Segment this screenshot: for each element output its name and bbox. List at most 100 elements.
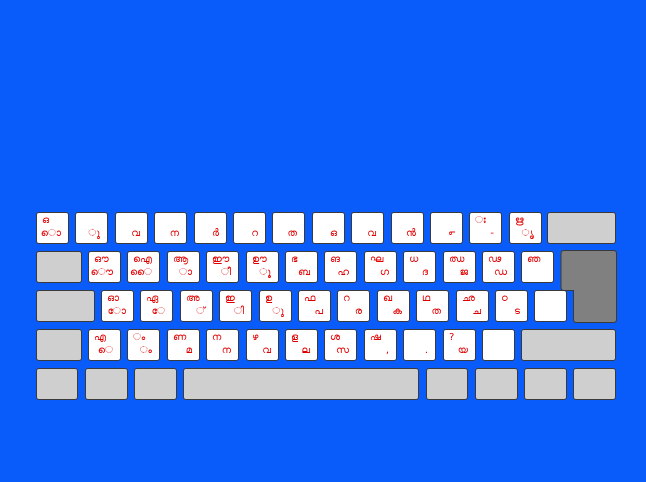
key-r2-c11[interactable]: ഢഡ	[482, 251, 515, 283]
key-r3-c4[interactable]: ഇി	[219, 290, 252, 322]
key-upper-label: ങ	[330, 254, 341, 265]
enter-key[interactable]	[560, 250, 618, 324]
key-lower-label: ർ	[212, 228, 219, 239]
key-r3-c5[interactable]: ഉു	[259, 290, 292, 322]
key-lower-label: മ	[185, 345, 192, 356]
key-r1-c2[interactable]: ു	[75, 212, 108, 244]
key-r4-c10[interactable]: ? യ	[443, 329, 476, 361]
key-r4-c11[interactable]	[482, 329, 515, 361]
key-r3-c7[interactable]: റര	[337, 290, 370, 322]
key-upper-label: ഈ	[212, 254, 230, 265]
key-r4-c7[interactable]: ശസ	[324, 329, 357, 361]
key-r1-c8[interactable]: ഒ	[312, 212, 345, 244]
key-r2-c10[interactable]: ഝജ	[443, 251, 476, 283]
key-upper-label: ഫ	[304, 293, 316, 304]
key-upper-label: ഞ	[527, 254, 541, 265]
key-r2-c4[interactable]: ഈീ	[206, 251, 239, 283]
key-r3-c3[interactable]: അ്	[180, 290, 213, 322]
key-r3-c2[interactable]: ഏേ	[140, 290, 173, 322]
key-r2-c1[interactable]: ഔൌ	[88, 251, 121, 283]
key-r2-c9[interactable]: ധദ	[403, 251, 436, 283]
key-r4-c4[interactable]: നന	[206, 329, 239, 361]
key-upper-label: ഏ	[146, 293, 159, 304]
backspace-key[interactable]	[547, 212, 616, 244]
key-lower-label: ൊ	[40, 228, 61, 239]
key-upper-label: ഇ	[225, 293, 235, 304]
key-upper-label: ഉ	[265, 293, 273, 304]
win-key[interactable]	[85, 368, 128, 400]
key-r1-c3[interactable]: വ	[115, 212, 148, 244]
key-upper-label: ?	[449, 332, 455, 343]
tab-key[interactable]	[36, 251, 82, 283]
key-r4-c1[interactable]: എെ	[88, 329, 121, 361]
key-lower-label: യ	[457, 345, 468, 356]
key-r2-c6[interactable]: ഭബ	[285, 251, 318, 283]
key-lower-label: ന	[169, 228, 179, 239]
right-shift-key[interactable]	[521, 329, 616, 361]
key-r1-c13[interactable]: ഋൃ	[509, 212, 542, 244]
key-lower-label: ൂ	[259, 267, 271, 278]
key-lower-label: വ	[367, 228, 376, 239]
right-alt-key[interactable]	[426, 368, 468, 400]
key-r1-c12[interactable]: ഃ -	[469, 212, 502, 244]
key-lower-label: ജ	[459, 267, 468, 278]
key-r1-c5[interactable]: ർ	[194, 212, 227, 244]
right-ctrl-key[interactable]	[573, 368, 616, 400]
key-lower-label: ൳	[448, 228, 455, 239]
key-r1-c9[interactable]: വ	[351, 212, 384, 244]
key-upper-label: ഔ	[94, 254, 109, 265]
key-lower-label: െ	[97, 345, 113, 356]
left-alt-key[interactable]	[134, 368, 177, 400]
key-upper-label: ഓ	[107, 293, 119, 304]
key-upper-label: ഷ	[370, 332, 381, 343]
key-r1-c4[interactable]: ന	[154, 212, 187, 244]
key-upper-label: ന	[212, 332, 222, 343]
key-upper-label: ഥ	[422, 293, 431, 304]
key-r1-c10[interactable]: ൻ	[391, 212, 424, 244]
key-r2-c5[interactable]: ഊൂ	[246, 251, 279, 283]
key-r2-c3[interactable]: ആാ	[167, 251, 200, 283]
key-upper-label: ആ	[173, 254, 189, 265]
key-upper-label: ഢ	[488, 254, 502, 265]
left-ctrl-key[interactable]	[36, 368, 78, 400]
key-r3-c11[interactable]: ഠട	[495, 290, 528, 322]
key-r1-c7[interactable]: ത	[272, 212, 305, 244]
key-lower-label: ം	[139, 345, 152, 356]
key-r2-c7[interactable]: ങഹ	[324, 251, 357, 283]
key-r4-c5[interactable]: ഴവ	[246, 329, 279, 361]
key-upper-label: ഭ	[291, 254, 298, 265]
key-r1-c11[interactable]: ൳	[430, 212, 463, 244]
key-lower-label: വ	[131, 228, 140, 239]
key-r1-c6[interactable]: റ	[233, 212, 266, 244]
key-upper-label: ഐ	[133, 254, 153, 265]
key-r2-c8[interactable]: ഘഗ	[364, 251, 397, 283]
key-r3-c6[interactable]: ഫപ	[298, 290, 331, 322]
key-r3-c1[interactable]: ഓോ	[101, 290, 134, 322]
menu-key[interactable]	[475, 368, 518, 400]
key-r1-c1[interactable]: ഒൊ	[36, 212, 69, 244]
key-lower-label: .	[424, 345, 428, 356]
key-r3-c10[interactable]: ഛച	[456, 290, 489, 322]
key-lower-label: ന	[221, 345, 231, 356]
key-r4-c6[interactable]: ളല	[285, 329, 318, 361]
key-lower-label: ൌ	[90, 267, 113, 278]
key-r4-c3[interactable]: ണമ	[167, 329, 200, 361]
right-win-key[interactable]	[524, 368, 567, 400]
caps-lock-key[interactable]	[36, 290, 95, 322]
left-shift-key[interactable]	[36, 329, 82, 361]
key-upper-label: ധ	[409, 254, 419, 265]
key-r3-c8[interactable]: ഖക	[377, 290, 410, 322]
key-r4-c8[interactable]: ഷ,	[364, 329, 397, 361]
key-r2-c2[interactable]: ഐൈ	[127, 251, 160, 283]
key-upper-label: ഛ	[462, 293, 475, 304]
key-r4-c9[interactable]: .	[403, 329, 436, 361]
space-bar[interactable]	[183, 368, 419, 400]
key-lower-label: ു	[88, 228, 100, 239]
key-lower-label: ക	[392, 306, 402, 317]
key-r2-c12[interactable]: ഞ	[521, 251, 554, 283]
key-upper-label: റ	[343, 293, 350, 304]
key-r3-c9[interactable]: ഥത	[416, 290, 449, 322]
key-upper-label: എ	[94, 332, 107, 343]
key-r4-c2[interactable]: ംം	[127, 329, 160, 361]
key-lower-label: ദ	[421, 267, 428, 278]
